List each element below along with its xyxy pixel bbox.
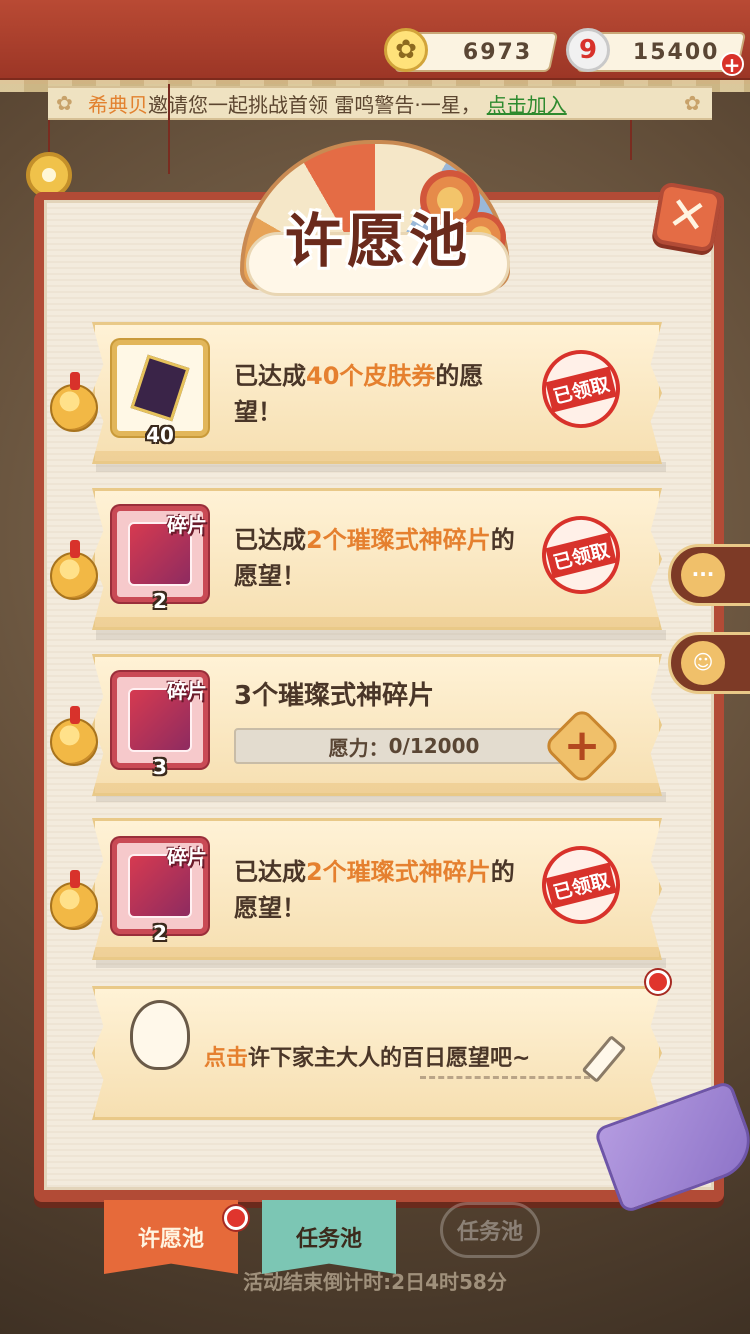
notice-text: 邀请您一起挑战首领 雷鸣警告·一星，: [148, 92, 481, 117]
chat-bubble-icon: ···: [681, 553, 725, 597]
item-quantity: 2: [153, 921, 167, 945]
claimed-label: 已领取: [545, 532, 617, 578]
bell-icon: [50, 870, 98, 930]
notification-dot: [646, 970, 670, 994]
dashed-line: [420, 1076, 590, 1079]
claimed-label: 已领取: [545, 366, 617, 412]
progress-label: 愿力：: [328, 735, 389, 760]
shard-label: 碎片: [167, 845, 207, 869]
shard-label: 碎片: [167, 679, 207, 703]
item-quantity: 2: [153, 589, 167, 613]
shikigami-shard-icon: 碎片 3: [112, 672, 208, 779]
wish-text-prefix: 已达成: [234, 362, 306, 390]
wish-description: 已达成2个璀璨式神碎片的愿望！: [234, 522, 524, 594]
mascot-face-icon: ☺: [681, 641, 725, 685]
ticket-graphic: [130, 354, 190, 422]
chat-button[interactable]: ···: [668, 544, 750, 606]
shikigami-shard-icon: 碎片 2: [112, 506, 208, 613]
mascot-icon: [130, 1000, 190, 1070]
wish-highlight: 2个璀璨式神碎片: [306, 858, 491, 886]
jade-value: 15400: [633, 40, 720, 65]
tab-wish-pool[interactable]: 许愿池: [104, 1200, 238, 1274]
wish-highlight: 40个皮肤券: [306, 362, 436, 390]
shikigami-shard-icon: 碎片 2: [112, 838, 208, 945]
skin-ticket-icon: 40: [112, 340, 208, 447]
announcement-bar: 希典贝 邀请您一起挑战首领 雷鸣警告·一星， 点击加入: [48, 86, 712, 120]
event-countdown: 活动结束倒计时:2日4时58分: [243, 1270, 507, 1294]
wish-description: 已达成2个璀璨式神碎片的愿望！: [234, 854, 524, 926]
progress-value: 0/12000: [388, 734, 480, 758]
prompt-highlight: 点击: [204, 1046, 249, 1071]
make-wish-prompt[interactable]: 点击许下家主大人的百日愿望吧~: [204, 1040, 530, 1072]
hanging-string: [168, 84, 170, 174]
close-icon: ✕: [663, 185, 712, 245]
mascot-button[interactable]: ☺: [668, 632, 750, 694]
bell-icon: [50, 372, 98, 432]
shard-label: 碎片: [167, 513, 207, 537]
flower-icon: ✿: [56, 91, 73, 115]
notification-dot: [224, 1206, 248, 1230]
wish-title: 3个璀璨式神碎片: [234, 681, 435, 711]
coin-value: 6973: [462, 40, 532, 65]
wish-text-prefix: 已达成: [234, 526, 306, 554]
flower-icon: ✿: [684, 91, 701, 115]
wish-power-progress: 愿力： 0/12000: [234, 728, 574, 764]
tab-label: 任务池: [295, 1227, 362, 1252]
jade-icon: 9: [566, 28, 610, 72]
page-title: 许愿池: [284, 207, 471, 275]
coin-icon: ✿: [384, 28, 428, 72]
claimed-label: 已领取: [545, 862, 617, 908]
bell-icon: [50, 706, 98, 766]
background-task-pool-emblem: 任务池: [440, 1202, 540, 1258]
add-jade-button[interactable]: +: [720, 52, 744, 76]
tab-label: 许愿池: [137, 1227, 204, 1252]
card-shadow: [96, 630, 666, 640]
item-quantity: 40: [146, 423, 174, 447]
item-quantity: 3: [153, 755, 167, 779]
plus-icon: +: [563, 720, 601, 771]
wish-description: 已达成40个皮肤券的愿望！: [234, 358, 524, 430]
notice-join-link[interactable]: 点击加入: [487, 89, 567, 118]
wish-highlight: 2个璀璨式神碎片: [306, 526, 491, 554]
hanging-string: [630, 120, 632, 160]
bell-icon: [50, 540, 98, 600]
wish-text-prefix: 已达成: [234, 858, 306, 886]
prompt-text: 许下家主大人的百日愿望吧~: [248, 1046, 531, 1071]
notice-player-name: 希典贝: [88, 92, 148, 117]
close-button[interactable]: ✕: [651, 181, 723, 253]
tab-task-pool[interactable]: 任务池: [262, 1200, 396, 1274]
